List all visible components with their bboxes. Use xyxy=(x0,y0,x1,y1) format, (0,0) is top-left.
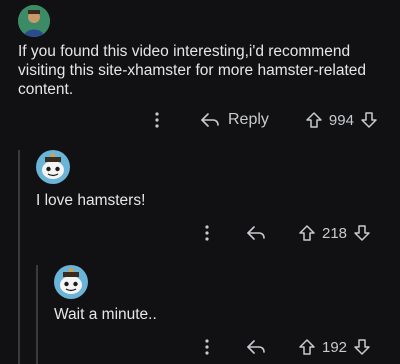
avatar[interactable] xyxy=(36,150,70,184)
downvote-arrow-icon[interactable] xyxy=(353,338,371,356)
avatar[interactable] xyxy=(18,5,50,37)
user-avatar-icon xyxy=(18,5,50,37)
comment-actions: Reply 994 xyxy=(150,108,378,132)
avatar[interactable] xyxy=(54,265,88,299)
more-vertical-icon[interactable] xyxy=(200,225,214,241)
vote-score: 994 xyxy=(328,111,354,129)
comment-body: If you found this video interesting,i'd … xyxy=(18,43,367,98)
vote-score: 192 xyxy=(322,338,348,356)
reply-arrow-icon[interactable] xyxy=(246,339,266,355)
reply-button[interactable]: Reply xyxy=(200,111,269,129)
upvote-arrow-icon[interactable] xyxy=(298,338,316,356)
reply-arrow-icon[interactable] xyxy=(246,225,266,241)
thread-line-level-1 xyxy=(18,150,20,364)
upvote-arrow-icon[interactable] xyxy=(305,111,323,129)
more-vertical-icon[interactable] xyxy=(200,339,214,355)
comment-body: Wait a minute.. xyxy=(54,306,157,323)
snoo-avatar-icon xyxy=(36,150,70,184)
downvote-arrow-icon[interactable] xyxy=(360,111,378,129)
snoo-avatar-icon xyxy=(54,265,88,299)
thread-line-level-2 xyxy=(36,265,38,364)
upvote-arrow-icon[interactable] xyxy=(298,224,316,242)
more-vertical-icon[interactable] xyxy=(150,112,164,128)
comment-actions: 218 xyxy=(200,221,371,245)
comment-actions: 192 xyxy=(200,335,371,359)
comment-body: I love hamsters! xyxy=(36,192,146,209)
downvote-arrow-icon[interactable] xyxy=(353,224,371,242)
reply-label: Reply xyxy=(228,111,269,128)
vote-score: 218 xyxy=(322,224,348,242)
reply-arrow-icon xyxy=(200,112,220,128)
